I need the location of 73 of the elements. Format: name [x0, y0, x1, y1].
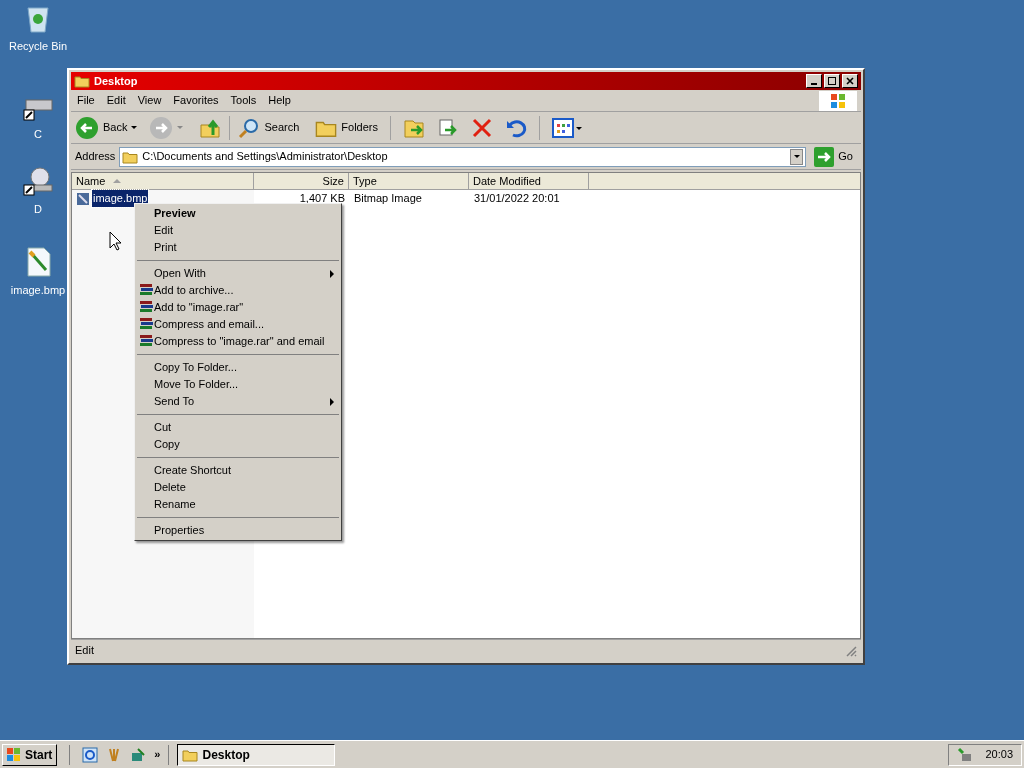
submenu-arrow-icon: [330, 270, 334, 278]
address-field[interactable]: C:\Documents and Settings\Administrator\Desktop: [119, 146, 807, 167]
maximize-button[interactable]: [824, 74, 840, 88]
context-menu-item[interactable]: Preview: [137, 205, 339, 222]
desktop-icon-label[interactable]: C: [34, 126, 42, 143]
context-menu-item[interactable]: Rename: [137, 496, 339, 513]
table-cell-text: Bitmap Image: [353, 191, 423, 207]
search-icon: [238, 116, 261, 139]
table-cell-text: 31/01/2022 20:01: [473, 191, 561, 207]
desktop-icon-label[interactable]: Recycle Bin: [8, 38, 68, 55]
mouse-pointer-icon: [109, 231, 122, 251]
books-stack-icon: [140, 283, 153, 297]
views-icon[interactable]: [552, 116, 582, 139]
context-menu-item[interactable]: Open With: [137, 265, 339, 282]
network-icon[interactable]: [957, 746, 974, 763]
minimize-button[interactable]: [806, 74, 822, 88]
context-menu-item[interactable]: Delete: [137, 479, 339, 496]
dropdown-caret-icon[interactable]: [131, 126, 138, 129]
taskbar-task[interactable]: Desktop: [177, 743, 336, 766]
menu-bar-item[interactable]: Favorites: [167, 92, 225, 109]
column-header[interactable]: Type: [349, 173, 469, 190]
more-chevron[interactable]: »: [154, 746, 161, 763]
books-stack-icon: [140, 300, 153, 314]
go-button[interactable]: Go: [810, 146, 857, 167]
windows-logo-icon: [7, 747, 21, 762]
table-cell-text: 1,407 KB: [298, 191, 346, 207]
column-header[interactable]: Size: [254, 173, 349, 190]
column-header[interactable]: Date Modified: [469, 173, 589, 190]
context-menu-item[interactable]: Move To Folder...: [137, 376, 339, 393]
copy-to-folder-icon[interactable]: [437, 116, 459, 139]
menu-bar-item[interactable]: Edit: [100, 92, 132, 109]
close-button[interactable]: [842, 74, 858, 88]
context-menu-item[interactable]: Properties: [137, 522, 339, 539]
context-menu-item[interactable]: Copy To Folder...: [137, 359, 339, 376]
search-button[interactable]: Search: [238, 116, 300, 139]
delete-icon[interactable]: [471, 116, 493, 139]
folder-icon: [74, 73, 90, 89]
bitmap-file-icon: [76, 191, 90, 206]
context-menu-item[interactable]: Compress to "image.rar" and email: [137, 333, 339, 350]
submenu-arrow-icon: [330, 398, 334, 406]
window-title: Desktop: [94, 73, 138, 89]
context-menu-item[interactable]: Copy: [137, 436, 339, 453]
context-menu-item[interactable]: Add to archive...: [137, 282, 339, 299]
folders-button[interactable]: Folders: [315, 116, 378, 139]
context-menu-item[interactable]: Create Shortcut: [137, 462, 339, 479]
start-button[interactable]: Start: [2, 743, 58, 766]
context-menu-item[interactable]: Cut: [137, 419, 339, 436]
books-stack-icon: [140, 317, 153, 331]
desktop-icon-label[interactable]: D: [34, 201, 42, 218]
books-stack-icon: [140, 334, 153, 348]
windows-logo-icon: [819, 90, 857, 111]
menu-bar-item[interactable]: File: [71, 92, 101, 109]
close-icon: [846, 77, 854, 85]
back-button[interactable]: Back: [75, 115, 128, 140]
menu-bar-item[interactable]: Help: [262, 92, 297, 109]
file-name[interactable]: image.bmp: [92, 190, 149, 207]
address-label: Address: [75, 149, 116, 165]
menu-bar-item[interactable]: View: [131, 92, 168, 109]
resize-grip-icon[interactable]: [845, 644, 857, 657]
context-menu-item[interactable]: Send To: [137, 393, 339, 410]
context-menu-item[interactable]: Print: [137, 239, 339, 256]
desktop-icon-label[interactable]: image.bmp: [10, 282, 66, 299]
context-menu-item[interactable]: Edit: [137, 222, 339, 239]
context-menu-item[interactable]: Compress and email...: [137, 316, 339, 333]
cd-drive-icon: [22, 165, 54, 197]
status-text: Edit: [75, 643, 94, 659]
sort-arrow-icon: [113, 179, 122, 183]
maximize-icon: [828, 77, 836, 85]
app-icon[interactable]: [130, 746, 147, 763]
clock: 20:03: [985, 747, 1013, 763]
context-menu-item[interactable]: Add to "image.rar": [137, 299, 339, 316]
menu-bar-item[interactable]: Tools: [224, 92, 263, 109]
browser-icon[interactable]: [82, 746, 99, 763]
